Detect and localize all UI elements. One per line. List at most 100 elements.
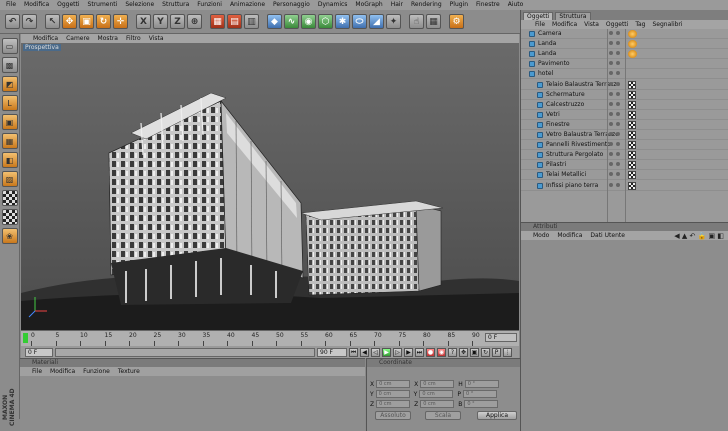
key-param-icon[interactable]: P <box>492 347 501 357</box>
viewport-menu-camere[interactable]: Camere <box>66 35 89 42</box>
texture-tag-icon[interactable] <box>628 171 636 180</box>
rot-p-input[interactable]: 0 ° <box>462 390 497 398</box>
keyframe-selection-icon[interactable]: ? <box>448 347 457 357</box>
make-editable-icon[interactable]: ▭ <box>1 38 18 54</box>
object-menu-tag[interactable]: Tag <box>635 21 645 28</box>
scene-icon[interactable]: ⬭ <box>352 14 367 29</box>
play-icon[interactable]: ▶ <box>382 347 391 357</box>
coord-x-input[interactable]: 0 cm <box>376 380 411 388</box>
undo-icon[interactable]: ↶ <box>5 14 20 29</box>
prev-key-icon[interactable]: ◀ <box>360 347 369 357</box>
texture-tag-icon[interactable] <box>628 120 636 129</box>
texture-tag-icon[interactable] <box>628 80 636 89</box>
autokey-icon[interactable]: ◉ <box>437 347 446 357</box>
visibility-dots[interactable] <box>609 31 623 37</box>
render-view-icon[interactable]: ▦ <box>210 14 225 29</box>
deformer-icon[interactable]: ✱ <box>335 14 350 29</box>
object-name[interactable]: Pavimento <box>538 59 570 69</box>
texture-tag-icon[interactable] <box>628 161 636 170</box>
object-mode-icon[interactable]: ◩ <box>1 76 18 92</box>
start-frame-field[interactable]: 0 F <box>25 347 53 357</box>
size-x-input[interactable]: 0 cm <box>420 380 455 388</box>
object-name[interactable]: Camera <box>538 29 562 39</box>
tab-objects[interactable]: Oggetti <box>523 12 554 20</box>
y-axis-button[interactable]: Y <box>153 14 168 29</box>
move-tool-icon[interactable]: ✥ <box>62 14 77 29</box>
menu-item-oggetti[interactable]: Oggetti <box>57 0 79 10</box>
menu-item-animazione[interactable]: Animazione <box>230 0 265 10</box>
object-name[interactable]: Pilastri <box>546 160 566 170</box>
object-menu-vista[interactable]: Vista <box>584 21 599 28</box>
viewport-menu-vista[interactable]: Vista <box>149 35 164 42</box>
axis-mode-icon[interactable]: L <box>1 95 18 111</box>
viewport-perspective[interactable]: Prospettiva ✥ ⇕ ↺ ▢ <box>21 43 519 330</box>
go-to-end-icon[interactable]: ⏭ <box>415 347 424 357</box>
current-frame-marker[interactable] <box>23 333 28 343</box>
visibility-dots[interactable] <box>609 142 623 148</box>
visibility-dots[interactable] <box>609 101 623 108</box>
object-name[interactable]: Schermature <box>546 90 585 100</box>
x-axis-button[interactable]: X <box>136 14 151 29</box>
live-selection-icon[interactable]: ↖ <box>45 14 60 29</box>
visibility-dots[interactable] <box>609 61 623 67</box>
viewport-menu-mostra[interactable]: Mostra <box>98 35 118 42</box>
object-name[interactable]: Calcestruzzo <box>546 100 584 110</box>
menu-item-selezione[interactable]: Selezione <box>125 0 154 10</box>
menu-item-personaggio[interactable]: Personaggio <box>273 0 310 10</box>
texture-tag-icon[interactable] <box>628 131 636 139</box>
menu-item-file[interactable]: File <box>6 0 16 10</box>
attributes-menu-modo[interactable]: Modo <box>533 232 549 239</box>
coord-mode-select[interactable]: Assoluto <box>375 411 411 420</box>
texture-tag-icon[interactable] <box>628 141 636 150</box>
timeline-ruler[interactable]: 0 F 0 5 10 15 20 25 30 35 40 45 50 55 60 65 70 75 80 85 90 <box>21 330 519 346</box>
visibility-dots[interactable] <box>609 41 623 47</box>
visibility-dots[interactable] <box>609 111 623 118</box>
phong-tag-icon[interactable] <box>628 50 637 59</box>
viewport-menu-filtro[interactable]: Filtro <box>126 35 141 42</box>
materials-menu-texture[interactable]: Texture <box>118 368 140 375</box>
menu-item-dynamics[interactable]: Dynamics <box>318 0 348 10</box>
size-mode-select[interactable]: Scala <box>425 411 461 420</box>
rot-b-input[interactable]: 0 ° <box>464 400 499 408</box>
materials-menu-file[interactable]: File <box>32 368 42 375</box>
go-to-start-icon[interactable]: ⏮ <box>349 347 358 357</box>
uv-mode-icon[interactable]: ▨ <box>1 171 18 187</box>
render-settings-icon[interactable]: ▥ <box>244 14 259 29</box>
menu-item-hair[interactable]: Hair <box>391 0 403 10</box>
object-name[interactable]: hotel <box>538 69 553 79</box>
object-menu-oggetti[interactable]: Oggetti <box>606 21 628 28</box>
visibility-dots[interactable] <box>609 172 623 178</box>
end-frame-input[interactable]: 90 F <box>317 347 347 357</box>
pointer-icon[interactable]: ☝ <box>409 14 424 29</box>
attributes-menu-modifica[interactable]: Modifica <box>557 232 582 239</box>
visibility-dots[interactable] <box>609 132 623 138</box>
phong-tag-icon[interactable] <box>628 40 637 49</box>
object-name[interactable]: Landa <box>538 39 556 49</box>
rotate-tool-icon[interactable]: ↻ <box>96 14 111 29</box>
key-scale-icon[interactable]: ▣ <box>470 347 479 357</box>
nurbs-icon[interactable]: ◉ <box>301 14 316 29</box>
end-frame-field[interactable]: 0 F <box>485 333 517 342</box>
visibility-dots[interactable] <box>609 81 623 88</box>
menu-item-finestre[interactable]: Finestre <box>476 0 500 10</box>
tab-structure[interactable]: Struttura <box>555 12 591 20</box>
frame-range-slider[interactable] <box>55 347 315 357</box>
object-name[interactable]: Struttura Pergolato <box>546 150 603 160</box>
next-key-icon[interactable]: ▶ <box>404 347 413 357</box>
texture-tag-icon[interactable] <box>628 181 636 190</box>
edges-mode-icon[interactable]: ▦ <box>1 133 18 149</box>
polygons-mode-icon[interactable]: ◧ <box>1 152 18 168</box>
apply-button[interactable]: Applica <box>477 411 517 420</box>
object-menu-file[interactable]: File <box>535 21 545 28</box>
visibility-dots[interactable] <box>609 182 623 189</box>
menu-item-rendering[interactable]: Rendering <box>411 0 442 10</box>
attr-nav-icons[interactable]: ◀ ▲ ↶ 🔒 ▣ ◧ <box>674 232 724 240</box>
grid-view-icon[interactable]: ▦ <box>426 14 441 29</box>
coord-y-input[interactable]: 0 cm <box>375 390 410 398</box>
scale-tool-icon[interactable]: ▣ <box>79 14 94 29</box>
snap-icon[interactable]: ❀ <box>1 228 18 244</box>
record-icon[interactable]: ● <box>426 347 435 357</box>
workplane-icon[interactable] <box>1 209 18 225</box>
texture-tag-icon[interactable] <box>628 151 636 160</box>
menu-item-funzioni[interactable]: Funzioni <box>197 0 222 10</box>
